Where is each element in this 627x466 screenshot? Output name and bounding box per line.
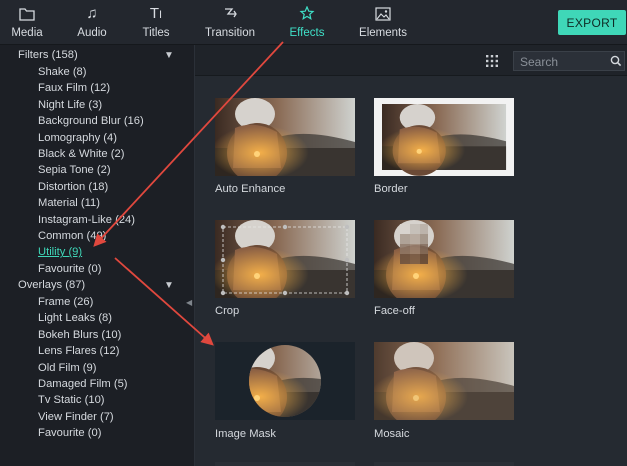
tab-effects[interactable]: Effects: [284, 4, 330, 42]
tab-titles-label: Titles: [142, 27, 170, 39]
image-icon: [356, 4, 410, 24]
sidebar-item[interactable]: Old Film (9): [38, 362, 96, 374]
music-note-icon: ♫: [86, 5, 98, 22]
effect-thumbnail-face-off[interactable]: [374, 220, 514, 298]
tab-audio-label: Audio: [77, 27, 107, 39]
effect-thumbnail-mosaic[interactable]: [374, 342, 514, 420]
sidebar-item[interactable]: Bokeh Blurs (10): [38, 329, 121, 341]
sidebar-item[interactable]: Damaged Film (5): [38, 378, 128, 390]
sidebar-item[interactable]: Common (49): [38, 230, 106, 242]
tab-effects-label: Effects: [289, 27, 325, 39]
search-box[interactable]: [513, 51, 625, 71]
effect-thumbnail-auto-enhance[interactable]: [215, 98, 355, 176]
sidebar-item[interactable]: Frame (26): [38, 296, 93, 308]
grid-view-icon[interactable]: [485, 54, 499, 68]
transition-icon: [199, 4, 261, 24]
search-icon[interactable]: [610, 55, 622, 67]
tab-media[interactable]: Media: [6, 4, 48, 42]
tab-media-label: Media: [11, 27, 43, 39]
filters-group-header[interactable]: Filters (158): [18, 49, 78, 61]
export-button[interactable]: EXPORT: [558, 10, 626, 35]
sidebar-item[interactable]: Light Leaks (8): [38, 312, 112, 324]
sidebar-item[interactable]: Instagram-Like (24): [38, 214, 135, 226]
sidebar-item[interactable]: Distortion (18): [38, 181, 108, 193]
tab-transition-label: Transition: [204, 27, 256, 39]
tab-audio[interactable]: ♫ Audio: [70, 4, 114, 42]
collapse-sidebar-icon[interactable]: ◀: [186, 298, 192, 307]
effect-thumbnail-row-partial[interactable]: [374, 462, 514, 466]
overlays-group-header[interactable]: Overlays (87): [18, 279, 85, 291]
sidebar-item[interactable]: Utility (9): [38, 246, 82, 258]
effect-label: Face-off: [374, 305, 415, 317]
tab-elements-label: Elements: [359, 27, 407, 39]
chevron-down-icon[interactable]: ▼: [164, 280, 174, 291]
effect-label: Crop: [215, 305, 240, 317]
sidebar-item[interactable]: Lomography (4): [38, 132, 117, 144]
sidebar-item[interactable]: Favourite (0): [38, 263, 101, 275]
sidebar-item[interactable]: View Finder (7): [38, 411, 114, 423]
search-input[interactable]: [520, 54, 606, 69]
folder-icon: [6, 4, 48, 24]
effect-thumbnail-border[interactable]: [374, 98, 514, 176]
sidebar-item[interactable]: Material (11): [38, 197, 100, 209]
sidebar-item[interactable]: Shake (8): [38, 66, 87, 78]
effect-thumbnail-row-partial[interactable]: [215, 462, 355, 466]
sidebar-item[interactable]: Sepia Tone (2): [38, 164, 111, 176]
effect-thumbnail-image-mask[interactable]: [215, 342, 355, 420]
effect-label: Image Mask: [215, 428, 276, 440]
sidebar-item[interactable]: Faux Film (12): [38, 82, 110, 94]
sidebar-item[interactable]: Lens Flares (12): [38, 345, 119, 357]
effects-category-sidebar: Filters (158) ▼ Shake (8) Faux Film (12) N…: [0, 45, 195, 466]
text-icon: TI: [149, 5, 163, 22]
sidebar-item[interactable]: Night Life (3): [38, 99, 102, 111]
effect-label: Auto Enhance: [215, 183, 286, 195]
sidebar-item[interactable]: Tv Static (10): [38, 394, 105, 406]
top-toolbar: Media ♫ Audio TI Titles Transition Effec…: [0, 0, 627, 45]
sidebar-item[interactable]: Black & White (2): [38, 148, 124, 160]
effect-thumbnail-crop[interactable]: [215, 220, 355, 298]
sidebar-item[interactable]: Favourite (0): [38, 427, 101, 439]
effect-label: Border: [374, 183, 408, 195]
tab-transition[interactable]: Transition: [199, 4, 261, 42]
effects-icon: [284, 4, 330, 24]
chevron-down-icon[interactable]: ▼: [164, 50, 174, 61]
effect-label: Mosaic: [374, 428, 410, 440]
tab-titles[interactable]: TI Titles: [135, 4, 177, 42]
tab-elements[interactable]: Elements: [356, 4, 410, 42]
sidebar-item[interactable]: Background Blur (16): [38, 115, 144, 127]
